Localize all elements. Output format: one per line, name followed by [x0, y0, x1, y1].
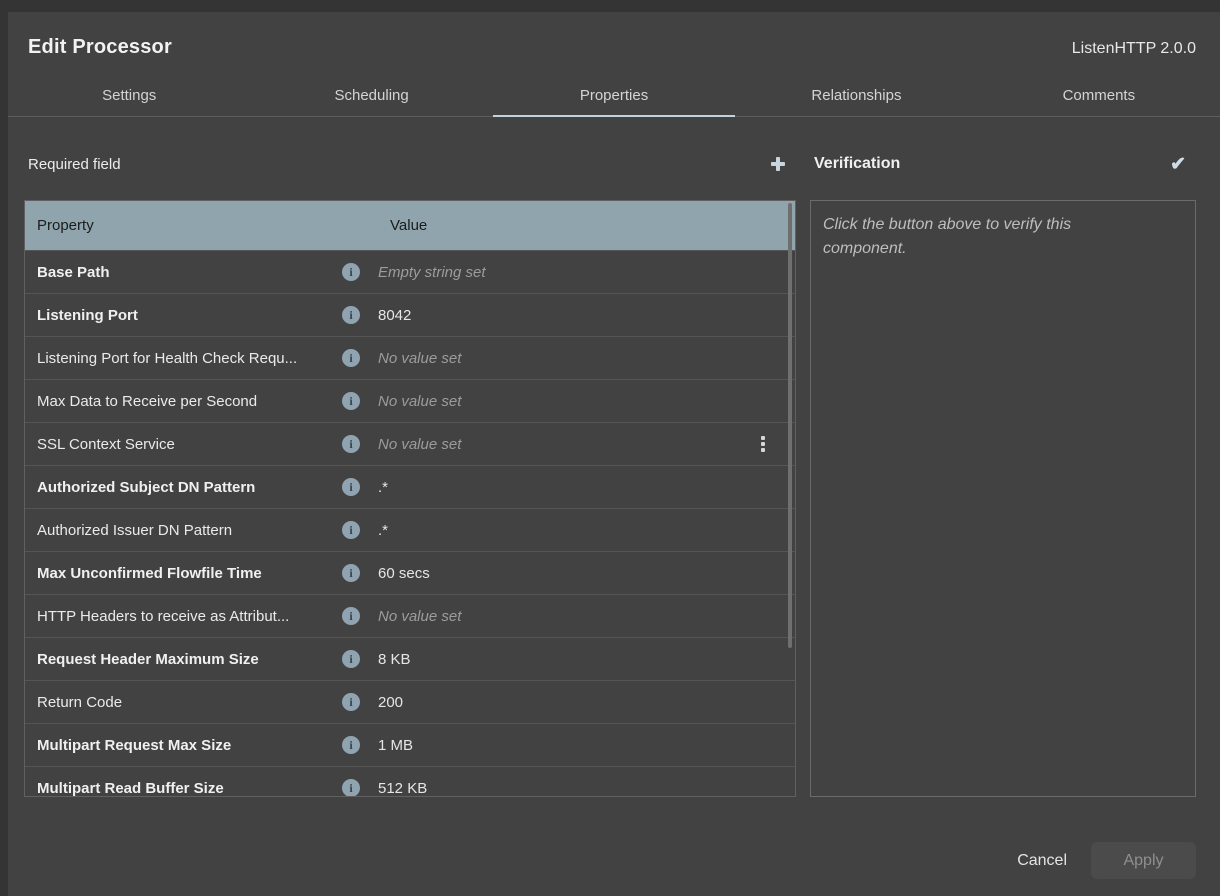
page-title: Edit Processor — [28, 36, 172, 59]
verify-button[interactable]: ✔ — [1168, 153, 1188, 176]
info-icon[interactable]: i — [342, 650, 360, 668]
processor-version: ListenHTTP 2.0.0 — [1072, 40, 1196, 58]
tab-properties[interactable]: Properties — [493, 75, 735, 116]
property-name: Authorized Issuer DN Pattern — [25, 522, 342, 539]
plus-icon — [770, 156, 786, 172]
property-name: Return Code — [25, 694, 342, 711]
property-row[interactable]: Return Code i 200 — [25, 680, 795, 723]
property-value: 8042 — [378, 307, 795, 324]
property-name: Multipart Read Buffer Size — [25, 780, 342, 797]
info-icon[interactable]: i — [342, 306, 360, 324]
property-row[interactable]: Multipart Read Buffer Size i 512 KB — [25, 766, 795, 797]
table-scrollbar[interactable] — [788, 203, 792, 648]
column-header-value: Value — [378, 217, 795, 234]
verification-section-header: Verification ✔ — [810, 152, 1196, 176]
tab-relationships[interactable]: Relationships — [735, 75, 977, 116]
property-value: 8 KB — [378, 651, 795, 668]
property-name: HTTP Headers to receive as Attribut... — [25, 608, 342, 625]
table-body: Base Path i Empty string set Listening P… — [25, 250, 795, 797]
property-name: SSL Context Service — [25, 436, 342, 453]
info-icon[interactable]: i — [342, 736, 360, 754]
property-value: 200 — [378, 694, 795, 711]
info-icon[interactable]: i — [342, 779, 360, 797]
properties-section-header: Required field — [24, 152, 796, 176]
info-icon[interactable]: i — [342, 564, 360, 582]
property-value: No value set — [378, 350, 795, 367]
property-value: No value set — [378, 393, 795, 410]
property-value: .* — [378, 522, 795, 539]
info-icon[interactable]: i — [342, 349, 360, 367]
property-name: Authorized Subject DN Pattern — [25, 479, 342, 496]
property-row[interactable]: SSL Context Service i No value set — [25, 422, 795, 465]
info-icon[interactable]: i — [342, 435, 360, 453]
tab-scheduling[interactable]: Scheduling — [250, 75, 492, 116]
property-name: Max Data to Receive per Second — [25, 393, 342, 410]
property-name: Base Path — [25, 264, 342, 281]
apply-button[interactable]: Apply — [1091, 842, 1196, 879]
properties-table: Property Value Base Path i Empty string … — [24, 200, 796, 797]
tab-bar: SettingsSchedulingPropertiesRelationship… — [8, 75, 1220, 117]
dialog-header: Edit Processor ListenHTTP 2.0.0 — [28, 36, 1196, 59]
dialog-actions: Cancel Apply — [1017, 842, 1196, 879]
info-icon[interactable]: i — [342, 478, 360, 496]
property-value: Empty string set — [378, 264, 795, 281]
property-value: No value set — [378, 436, 795, 453]
verification-section: Verification ✔ Click the button above to… — [810, 152, 1196, 797]
info-icon[interactable]: i — [342, 693, 360, 711]
column-header-property: Property — [25, 217, 378, 234]
kebab-menu-icon[interactable] — [759, 434, 767, 454]
info-icon[interactable]: i — [342, 607, 360, 625]
property-row[interactable]: Request Header Maximum Size i 8 KB — [25, 637, 795, 680]
property-name: Multipart Request Max Size — [25, 737, 342, 754]
property-value: 512 KB — [378, 780, 795, 797]
property-row[interactable]: Authorized Subject DN Pattern i .* — [25, 465, 795, 508]
properties-section: Required field Property Value Base Path … — [24, 152, 796, 797]
info-icon[interactable]: i — [342, 263, 360, 281]
verification-message: Click the button above to verify this co… — [823, 213, 1123, 261]
property-value: 60 secs — [378, 565, 795, 582]
property-row[interactable]: Listening Port i 8042 — [25, 293, 795, 336]
verification-label: Verification — [814, 155, 900, 173]
table-header-row: Property Value — [25, 201, 795, 250]
property-name: Listening Port for Health Check Requ... — [25, 350, 342, 367]
property-row[interactable]: Base Path i Empty string set — [25, 250, 795, 293]
info-icon[interactable]: i — [342, 392, 360, 410]
property-row[interactable]: Max Data to Receive per Second i No valu… — [25, 379, 795, 422]
tab-comments[interactable]: Comments — [978, 75, 1220, 116]
tab-settings[interactable]: Settings — [8, 75, 250, 116]
check-icon: ✔ — [1170, 155, 1186, 174]
property-name: Max Unconfirmed Flowfile Time — [25, 565, 342, 582]
property-value: No value set — [378, 608, 795, 625]
property-row[interactable]: Listening Port for Health Check Requ... … — [25, 336, 795, 379]
cancel-button[interactable]: Cancel — [1017, 844, 1067, 878]
property-row[interactable]: Authorized Issuer DN Pattern i .* — [25, 508, 795, 551]
property-value: .* — [378, 479, 795, 496]
property-value: 1 MB — [378, 737, 795, 754]
edit-processor-dialog: Edit Processor ListenHTTP 2.0.0 Settings… — [8, 12, 1220, 896]
add-property-button[interactable] — [768, 154, 788, 174]
property-row[interactable]: Multipart Request Max Size i 1 MB — [25, 723, 795, 766]
property-row[interactable]: Max Unconfirmed Flowfile Time i 60 secs — [25, 551, 795, 594]
verification-panel: Click the button above to verify this co… — [810, 200, 1196, 797]
info-icon[interactable]: i — [342, 521, 360, 539]
required-field-label: Required field — [28, 156, 121, 173]
property-name: Request Header Maximum Size — [25, 651, 342, 668]
property-name: Listening Port — [25, 307, 342, 324]
property-row[interactable]: HTTP Headers to receive as Attribut... i… — [25, 594, 795, 637]
